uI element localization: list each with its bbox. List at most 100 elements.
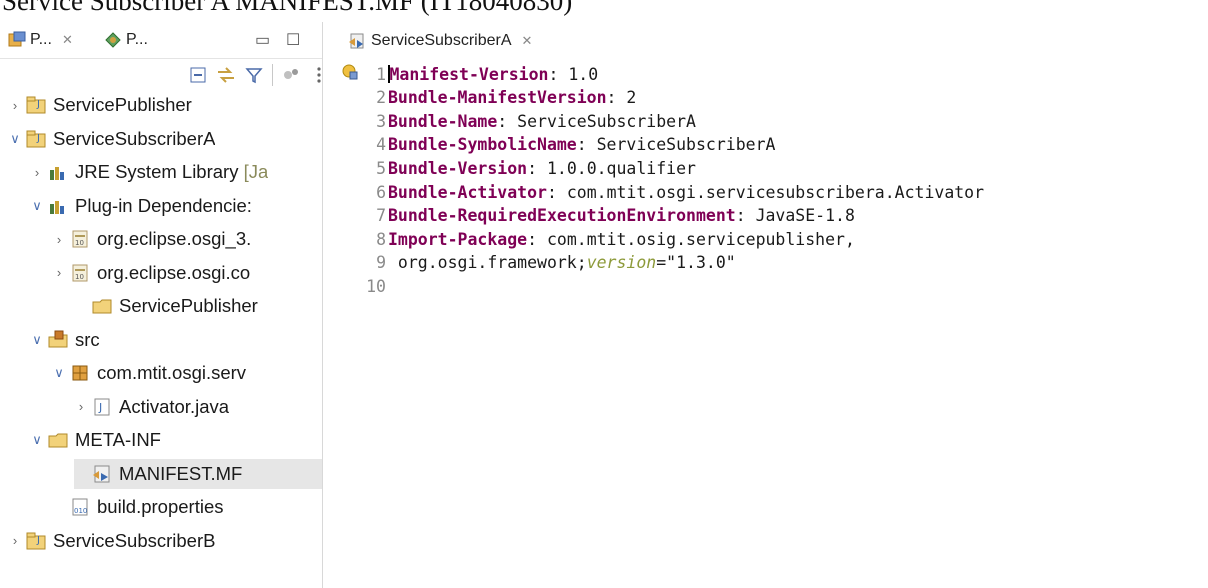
manifest-header-value: 2 [626, 88, 637, 108]
tree-item-label: MANIFEST.MF [119, 462, 243, 484]
view-toolbar [188, 62, 329, 88]
code-line: 7 Bundle-RequiredExecutionEnvironment: Ja… [334, 204, 855, 228]
manifest-header-key: Bundle-Name [388, 111, 498, 131]
minimize-icon[interactable]: ▭ [255, 30, 270, 50]
tree-item[interactable]: › 10 org.eclipse.osgi.co [52, 258, 322, 288]
line-number: 4 [376, 135, 386, 155]
tree-item-label: ServicePublisher [53, 94, 192, 115]
line-number: 1 [376, 64, 386, 84]
tab-plugins[interactable]: P... [104, 28, 148, 52]
tree-item[interactable]: ServicePublisher [74, 291, 322, 321]
line-number: 6 [376, 182, 386, 202]
tree-item[interactable]: › J ServicePublisher [8, 90, 322, 120]
manifest-attribute-name: version [586, 253, 657, 273]
chevron-right-icon[interactable]: › [8, 98, 22, 113]
tree-item[interactable]: 010 build.properties [52, 492, 322, 522]
toolbar-separator [272, 64, 273, 86]
tree-item[interactable]: ∨ com.mtit.osgi.serv [52, 358, 322, 388]
chevron-down-icon[interactable]: ∨ [8, 131, 22, 147]
properties-icon: 010 [72, 498, 88, 516]
tab-package-explorer[interactable]: P... ✕ [8, 28, 73, 52]
project-icon: J [26, 130, 46, 147]
tree-item-label: META-INF [75, 429, 161, 450]
manifest-header-value: JavaSE-1.8 [755, 206, 855, 226]
package-icon [72, 365, 88, 381]
tree-item[interactable]: › J Activator.java [74, 392, 322, 422]
collapse-all-icon[interactable] [188, 65, 208, 85]
tree-item-decoration: [Ja [243, 161, 269, 182]
code-line: 1 Manifest-Version: 1.0 [334, 62, 598, 86]
manifest-header-key: Bundle-SymbolicName [388, 135, 577, 155]
tree-item-label: Plug-in Dependencie: [75, 194, 252, 216]
source-folder-icon [48, 330, 68, 347]
code-line: 10 [334, 274, 388, 298]
code-line: 6 Bundle-Activator: com.mtit.osgi.service… [334, 180, 984, 204]
maximize-icon[interactable]: ☐ [286, 30, 300, 50]
jar-icon: 10 [72, 264, 88, 281]
view-tab-bar: P... ✕ P... ▭ ☐ [0, 22, 322, 59]
manifest-header-value: org.osgi.framework; [388, 253, 587, 273]
separator: : [606, 88, 627, 108]
tab-servicesubscribera[interactable]: ServiceSubscriberA ✕ [348, 28, 532, 54]
chevron-down-icon[interactable]: ∨ [30, 332, 44, 348]
manifest-icon [349, 33, 364, 49]
library-icon [50, 167, 64, 180]
chevron-right-icon[interactable]: › [52, 232, 66, 247]
focus-on-task-icon[interactable] [281, 65, 301, 85]
chevron-right-icon[interactable]: › [74, 399, 88, 414]
separator: : [527, 158, 547, 178]
tree-item[interactable]: ∨ META-INF [30, 425, 322, 455]
editor-tab-label: ServiceSubscriberA [371, 32, 512, 49]
separator: : [497, 111, 518, 131]
tree-item-label: ServicePublisher [119, 295, 258, 316]
separator: : [548, 64, 569, 84]
tree-item[interactable]: › 10 org.eclipse.osgi_3. [52, 224, 322, 254]
tree-item-label: src [75, 328, 100, 350]
tree-item[interactable]: ∨ J ServiceSubscriberA [8, 124, 322, 154]
tree-item[interactable]: › J ServiceSubscriberB [8, 526, 322, 556]
tree-item-label: JRE System Library [Ja [75, 161, 269, 182]
code-line: 4 Bundle-SymbolicName: ServiceSubscriberA [334, 133, 775, 157]
tree-item[interactable]: MANIFEST.MF [74, 458, 322, 489]
svg-text:010: 010 [74, 507, 87, 515]
svg-text:10: 10 [75, 273, 84, 281]
link-with-editor-icon[interactable] [216, 65, 236, 85]
separator: : [576, 135, 597, 155]
tree-item[interactable]: ∨ src [30, 325, 322, 355]
folder-icon [48, 433, 68, 448]
line-number: 3 [376, 111, 386, 131]
chevron-right-icon[interactable]: › [30, 165, 44, 180]
manifest-header-value: 1.0 [568, 64, 599, 84]
filter-icon[interactable] [244, 65, 264, 85]
code-line: 8 Import-Package: com.mtit.osig.servicepu… [334, 227, 855, 251]
view-menu-icon[interactable] [309, 65, 329, 85]
tree-item[interactable]: ∨ Plug-in Dependencie: [30, 191, 322, 221]
editor-tab-bar: ServiceSubscriberA ✕ [334, 22, 1208, 58]
plugins-icon [105, 32, 121, 48]
tree-item-label: ServiceSubscriberB [53, 529, 216, 551]
manifest-header-key: Bundle-ManifestVersion [388, 88, 607, 108]
chevron-down-icon[interactable]: ∨ [30, 432, 44, 448]
chevron-down-icon[interactable]: ∨ [52, 365, 66, 381]
code-line: 5 Bundle-Version: 1.0.0.qualifier [334, 156, 696, 180]
chevron-down-icon[interactable]: ∨ [30, 198, 44, 214]
svg-text:10: 10 [75, 239, 84, 247]
svg-text:J: J [98, 401, 102, 414]
separator: : [527, 229, 547, 249]
code-line: 9 org.osgi.framework; version ="1.3.0" [334, 251, 736, 275]
close-icon[interactable]: ✕ [522, 33, 533, 49]
manifest-header-value: ServiceSubscriberA [596, 135, 776, 155]
chevron-right-icon[interactable]: › [8, 533, 22, 548]
folder-icon [92, 299, 112, 314]
project-icon: J [26, 96, 46, 114]
chevron-right-icon[interactable]: › [52, 265, 66, 280]
manifest-editor: ServiceSubscriberA ✕ 1 Manifest-Version: … [334, 22, 1208, 588]
manifest-icon [93, 465, 110, 482]
svg-text:J: J [36, 535, 40, 546]
separator: : [546, 182, 567, 202]
tree-item[interactable]: › JRE System Library [Ja [30, 157, 322, 187]
close-icon[interactable]: ✕ [62, 32, 73, 48]
code-line: 2 Bundle-ManifestVersion: 2 [334, 86, 636, 110]
jar-icon: 10 [72, 230, 88, 248]
manifest-attribute-value: ="1.3.0" [656, 253, 736, 273]
